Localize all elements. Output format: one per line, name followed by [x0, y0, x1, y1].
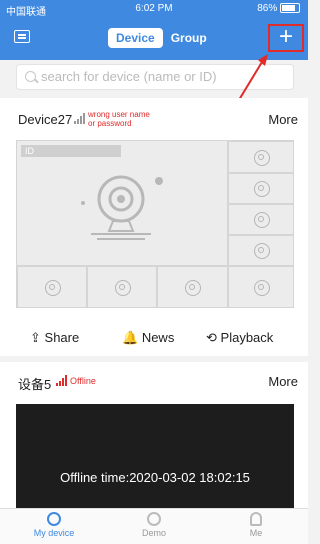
user-icon	[250, 512, 262, 526]
bottom-tab-bar: My device Demo Me	[0, 508, 308, 544]
news-button[interactable]: 🔔 News	[122, 330, 174, 346]
device-actions: ⇪ Share 🔔 News ⟲ Playback	[0, 322, 308, 352]
device-name: 设备5	[18, 377, 52, 392]
camera-slot[interactable]	[17, 266, 87, 308]
camera-slot[interactable]	[228, 173, 294, 204]
warning-line-1: wrong user name	[88, 110, 150, 119]
bell-icon: 🔔	[122, 330, 139, 345]
camera-icon	[81, 175, 163, 240]
camera-slot[interactable]	[228, 266, 294, 308]
tab-my-device[interactable]: My device	[24, 512, 84, 538]
camera-slot[interactable]	[228, 204, 294, 235]
warning-line-2: or password	[88, 119, 132, 128]
camera-slot[interactable]	[157, 266, 228, 308]
signal-icon	[56, 374, 67, 386]
camera-icon	[47, 512, 61, 526]
camera-slot[interactable]	[228, 141, 294, 173]
share-button[interactable]: ⇪ Share	[30, 330, 79, 346]
tab-demo-label: Demo	[141, 528, 166, 538]
tab-demo[interactable]: Demo	[124, 512, 184, 538]
camera-grid: ID	[16, 140, 294, 308]
tab-my-device-label: My device	[33, 528, 75, 538]
signal-icon	[74, 112, 85, 124]
share-icon: ⇪	[30, 330, 41, 345]
playback-icon: ⟲	[206, 330, 217, 345]
camera-slot[interactable]	[87, 266, 157, 308]
more-button[interactable]: More	[268, 374, 298, 389]
share-label: Share	[44, 330, 80, 345]
tab-me-label: Me	[249, 528, 263, 538]
more-button[interactable]: More	[268, 112, 298, 127]
offline-time: Offline time:2020-03-02 18:02:15	[60, 470, 250, 485]
demo-icon	[147, 512, 161, 526]
offline-camera-view[interactable]: Offline time:2020-03-02 18:02:15	[16, 404, 294, 514]
offline-badge: Offline	[70, 376, 96, 386]
login-warning: wrong user name or password	[88, 110, 150, 128]
main-camera-view[interactable]: ID	[17, 141, 228, 266]
playback-label: Playback	[220, 330, 274, 345]
news-label: News	[141, 330, 175, 345]
tab-me[interactable]: Me	[226, 512, 286, 538]
camera-slot[interactable]	[228, 235, 294, 266]
playback-button[interactable]: ⟲ Playback	[206, 330, 273, 346]
device-name: Device27	[18, 112, 73, 127]
